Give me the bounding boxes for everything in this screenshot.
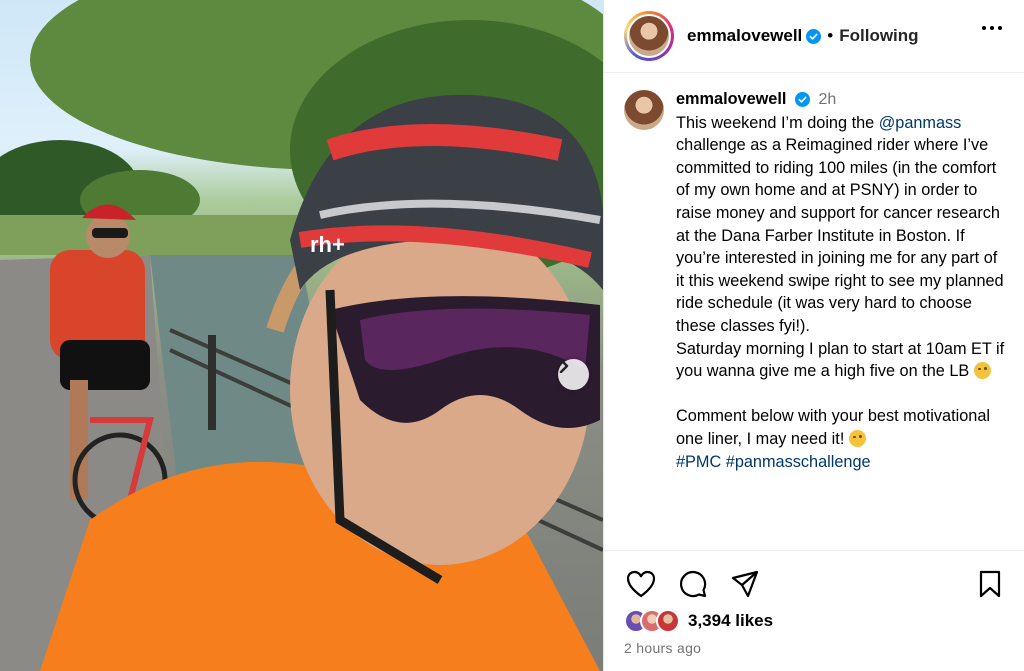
story-ring[interactable] [624,11,674,61]
caption-text-3: Comment below with your best motivationa… [676,407,991,448]
chevron-right-icon [559,359,569,373]
caption-username[interactable]: emmalovewell [676,90,786,108]
more-icon[interactable] [982,26,1002,30]
post-sidebar: emmalovewell • Following emmalovewell 2h… [603,0,1024,671]
post-time[interactable]: 2 hours ago [624,640,701,656]
post-photo[interactable]: rh+ [0,0,603,671]
hashtag-links[interactable]: #PMC #panmasschallenge [676,453,871,471]
heart-icon[interactable] [626,570,656,598]
post-actions: 3,394 likes 2 hours ago [604,550,1024,671]
likes-count[interactable]: 3,394 likes [688,611,773,631]
avatar [629,16,669,56]
caption-text-1: This weekend I’m doing the [676,113,879,132]
post-header: emmalovewell • Following [604,0,1024,73]
mention-link[interactable]: @panmass [879,114,962,132]
wink-emoji-icon [973,362,991,380]
header-username[interactable]: emmalovewell [687,26,802,46]
caption-time[interactable]: 2h [818,91,836,108]
bookmark-icon[interactable] [978,570,1002,603]
verified-icon [806,28,822,44]
liker-avatars [624,609,680,633]
caption-text-2: challenge as a Reimagined rider where I’… [676,136,1005,381]
likes-row[interactable]: 3,394 likes [624,609,773,633]
caption-avatar[interactable] [624,90,664,130]
share-icon[interactable] [730,570,760,598]
helmet-brand: rh+ [310,232,345,257]
hug-emoji-icon [848,429,866,447]
cyclists-illustration [0,0,603,671]
avatar [656,609,680,633]
separator: • [827,26,834,45]
verified-icon [794,92,810,108]
next-image-button[interactable] [558,359,589,390]
caption: emmalovewell 2h This weekend I’m doing t… [676,88,1006,550]
following-button[interactable]: Following [839,26,918,46]
comment-icon[interactable] [678,570,708,598]
caption-section: emmalovewell 2h This weekend I’m doing t… [604,74,1024,550]
